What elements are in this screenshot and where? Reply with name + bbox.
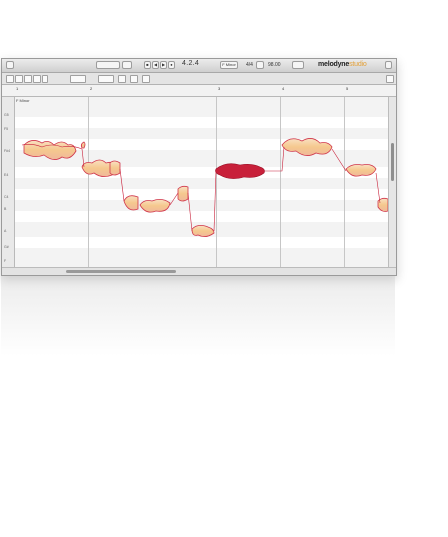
- main-toolbar: ■ ◀ ▶ ● 4.2.4 F Minor 4/4 98.00 melodyne…: [2, 59, 396, 73]
- pitch-curve: [331, 148, 347, 172]
- melodyne-window: ■ ◀ ▶ ● 4.2.4 F Minor 4/4 98.00 melodyne…: [1, 58, 397, 276]
- pitch-tool-icon[interactable]: [15, 75, 23, 83]
- note-blob: [191, 225, 215, 237]
- note-blob: [123, 195, 139, 211]
- horizontal-scrollbar[interactable]: [2, 267, 396, 275]
- tempo-display[interactable]: 98.00: [268, 62, 281, 69]
- pitch-curve: [187, 192, 193, 232]
- note-blob: [80, 141, 86, 149]
- pitch-curve: [81, 148, 85, 168]
- note-blob: [139, 199, 171, 213]
- stop-icon[interactable]: ■: [144, 61, 151, 69]
- rewind-icon[interactable]: ◀: [152, 61, 159, 69]
- horizontal-scroll-thumb[interactable]: [66, 270, 176, 273]
- meter-display[interactable]: 4/4: [246, 62, 253, 69]
- transport-slider[interactable]: [96, 61, 120, 69]
- settings-gear-icon[interactable]: [386, 75, 394, 83]
- zoom-icon[interactable]: [142, 75, 150, 83]
- tool-palette: [2, 73, 396, 85]
- note-blob: [177, 185, 189, 202]
- quantize-time-icon[interactable]: [130, 75, 138, 83]
- pitch-curve: [375, 172, 381, 204]
- timing-tool-icon[interactable]: [24, 75, 32, 83]
- melodyne-logo: melodynestudio: [318, 61, 367, 68]
- quantize-pitch-icon[interactable]: [118, 75, 126, 83]
- time-grid-selector[interactable]: [98, 75, 114, 83]
- pitch-grid-selector[interactable]: [70, 75, 86, 83]
- logo-main: melodyne: [318, 61, 350, 68]
- note-editor[interactable]: G5 F5 F#4 E4 C4 B A G# F F Minor: [2, 97, 388, 267]
- vertical-scrollbar[interactable]: [388, 97, 396, 267]
- timeline-ruler[interactable]: 1 2 3 4 5: [2, 85, 396, 97]
- note-blob: [281, 138, 333, 156]
- note-blob: [109, 160, 121, 176]
- pitch-curve: [213, 170, 217, 232]
- sidebar-toggle-icon[interactable]: [6, 61, 14, 69]
- window-reflection: [1, 276, 395, 356]
- pitch-curve: [119, 168, 125, 202]
- pitch-curve: [169, 192, 179, 206]
- position-display: 4.2.4: [182, 60, 200, 67]
- key-label: F Minor: [222, 62, 236, 67]
- play-icon[interactable]: ▶: [160, 61, 167, 69]
- loop-icon[interactable]: [122, 61, 132, 69]
- formant-tool-icon[interactable]: [33, 75, 41, 83]
- sync-icon[interactable]: [292, 61, 304, 69]
- bar-marker-1: 1: [16, 86, 19, 91]
- note-blobs: [21, 138, 388, 237]
- selected-note-blob: [215, 163, 265, 179]
- main-tool-icon[interactable]: [6, 75, 14, 83]
- bar-marker-4: 4: [282, 86, 285, 91]
- metronome-icon[interactable]: [256, 61, 264, 69]
- key-selector[interactable]: F Minor: [220, 61, 238, 69]
- bar-marker-5: 5: [346, 86, 349, 91]
- bar-marker-2: 2: [90, 86, 93, 91]
- pitch-curve: [264, 146, 285, 172]
- bar-marker-3: 3: [218, 86, 221, 91]
- note-blob: [23, 140, 77, 160]
- amplitude-tool-icon[interactable]: [42, 75, 48, 83]
- panel-toggle-icon[interactable]: [385, 61, 392, 69]
- logo-edition: studio: [349, 61, 367, 68]
- record-icon[interactable]: ●: [168, 61, 175, 69]
- vertical-scroll-thumb[interactable]: [391, 143, 394, 181]
- note-blob: [345, 164, 377, 177]
